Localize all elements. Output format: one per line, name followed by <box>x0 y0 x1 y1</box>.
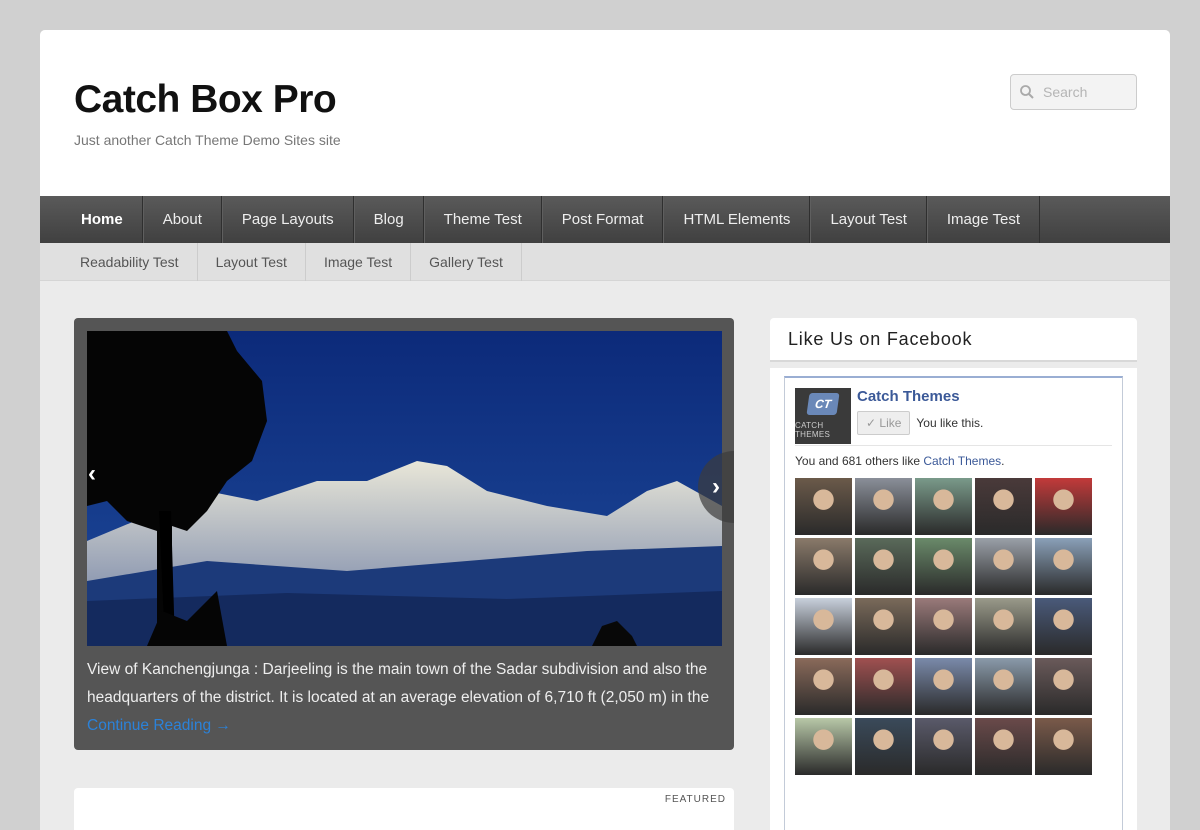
secondary-nav: Readability Test Layout Test Image Test … <box>40 243 1170 281</box>
fan-avatar[interactable] <box>855 538 912 595</box>
featured-slider: ‹ › View of Kanchengjunga : Darjeeling i… <box>74 318 734 750</box>
mountain-photo <box>87 331 722 646</box>
fan-faces-grid <box>795 478 1112 775</box>
chevron-right-icon: › <box>712 473 720 500</box>
like-count-prefix: You and 681 others like <box>795 454 924 468</box>
like-count: You and 681 others like Catch Themes. <box>795 454 1112 468</box>
nav-item-post-format[interactable]: Post Format <box>541 196 664 243</box>
logo-badge: CT <box>806 393 840 415</box>
nav-item-theme-test[interactable]: Theme Test <box>423 196 542 243</box>
nav-item-page-layouts[interactable]: Page Layouts <box>221 196 354 243</box>
fb-like-row: ✓ Like You like this. <box>857 411 983 435</box>
fan-avatar[interactable] <box>795 538 852 595</box>
fan-avatar[interactable] <box>1035 598 1092 655</box>
facebook-widget: Like Us on Facebook CT CATCH THEMES Catc… <box>770 318 1137 830</box>
fan-avatar[interactable] <box>855 658 912 715</box>
slide-caption: View of Kanchengjunga : Darjeeling is th… <box>87 656 722 740</box>
you-like-text: You like this. <box>916 416 984 430</box>
slide-image[interactable] <box>87 331 722 646</box>
fan-avatar[interactable] <box>975 598 1032 655</box>
fan-avatar[interactable] <box>1035 718 1092 775</box>
page: Catch Box Pro Just another Catch Theme D… <box>40 30 1170 830</box>
subnav-item-gallery-test[interactable]: Gallery Test <box>411 243 522 281</box>
fb-wrapper: CT CATCH THEMES Catch Themes ✓ Like You … <box>770 368 1137 830</box>
fb-page-info: Catch Themes ✓ Like You like this. <box>857 388 983 439</box>
subnav-item-layout-test[interactable]: Layout Test <box>198 243 306 281</box>
fb-page-name[interactable]: Catch Themes <box>857 388 983 405</box>
subnav-item-readability-test[interactable]: Readability Test <box>62 243 198 281</box>
fan-avatar[interactable] <box>855 478 912 535</box>
fan-avatar[interactable] <box>795 598 852 655</box>
fan-avatar[interactable] <box>915 658 972 715</box>
fan-avatar[interactable] <box>975 538 1032 595</box>
fan-avatar[interactable] <box>975 658 1032 715</box>
site-header: Catch Box Pro Just another Catch Theme D… <box>40 30 1170 196</box>
like-count-suffix: . <box>1001 454 1005 468</box>
primary-nav: Home About Page Layouts Blog Theme Test … <box>40 196 1170 243</box>
fan-avatar[interactable] <box>975 718 1032 775</box>
nav-item-home[interactable]: Home <box>62 196 143 243</box>
fan-avatar[interactable] <box>915 538 972 595</box>
subnav-item-image-test[interactable]: Image Test <box>306 243 412 281</box>
fan-avatar[interactable] <box>855 718 912 775</box>
continue-reading-link[interactable]: Continue Reading → <box>87 717 231 734</box>
nav-item-about[interactable]: About <box>142 196 222 243</box>
fan-avatar[interactable] <box>1035 658 1092 715</box>
search-icon <box>1020 85 1034 99</box>
nav-item-blog[interactable]: Blog <box>353 196 424 243</box>
chevron-left-icon: ‹ <box>88 460 96 487</box>
fan-avatar[interactable] <box>915 718 972 775</box>
site-title[interactable]: Catch Box Pro <box>74 78 337 122</box>
logo-text: CATCH THEMES <box>795 421 831 439</box>
fan-avatar[interactable] <box>855 598 912 655</box>
fan-avatar[interactable] <box>975 478 1032 535</box>
search-input[interactable] <box>1043 84 1133 100</box>
search-box[interactable] <box>1010 74 1137 110</box>
slide-caption-text: View of Kanchengjunga : Darjeeling is th… <box>87 661 710 706</box>
nav-item-html-elements[interactable]: HTML Elements <box>663 196 811 243</box>
fan-avatar[interactable] <box>795 718 852 775</box>
catch-themes-logo[interactable]: CT CATCH THEMES <box>795 388 851 444</box>
fan-avatar[interactable] <box>915 478 972 535</box>
fan-avatar[interactable] <box>795 478 852 535</box>
fb-like-box: CT CATCH THEMES Catch Themes ✓ Like You … <box>784 376 1123 830</box>
fan-avatar[interactable] <box>795 658 852 715</box>
fb-header: CT CATCH THEMES Catch Themes ✓ Like You … <box>795 388 1112 446</box>
like-count-page-link[interactable]: Catch Themes <box>923 454 1001 468</box>
fan-avatar[interactable] <box>915 598 972 655</box>
nav-item-image-test[interactable]: Image Test <box>926 196 1040 243</box>
post-card: FEATURED <box>74 788 734 830</box>
nav-item-layout-test[interactable]: Layout Test <box>810 196 927 243</box>
fan-avatar[interactable] <box>1035 538 1092 595</box>
site-description: Just another Catch Theme Demo Sites site <box>74 132 341 148</box>
fan-avatar[interactable] <box>1035 478 1092 535</box>
like-button[interactable]: ✓ Like <box>857 411 911 435</box>
widget-title: Like Us on Facebook <box>770 318 1137 362</box>
